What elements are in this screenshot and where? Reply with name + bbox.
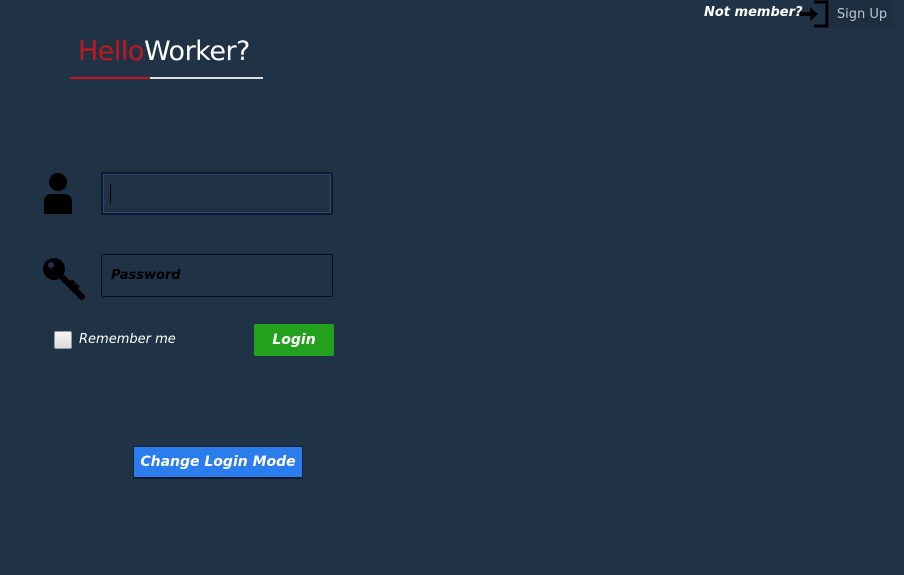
password-field[interactable] — [101, 254, 333, 297]
login-page: Not member? Sign Up HelloWorker? Remembe… — [0, 0, 904, 575]
remember-me-label: Remember me — [79, 332, 176, 347]
remember-me-checkbox[interactable] — [54, 331, 72, 349]
logo-underline-white — [150, 77, 263, 79]
login-button[interactable]: Login — [254, 324, 334, 356]
user-icon — [42, 172, 74, 216]
sign-in-arrow-icon[interactable] — [799, 0, 829, 28]
key-icon — [42, 256, 86, 302]
app-logo: HelloWorker? — [78, 36, 250, 67]
change-login-mode-button[interactable]: Change Login Mode — [133, 446, 303, 479]
logo-hello: Hello — [78, 36, 144, 67]
logo-worker: Worker? — [143, 36, 250, 67]
sign-up-button[interactable]: Sign Up — [830, 0, 894, 28]
logo-underline-red — [70, 77, 150, 79]
username-field[interactable] — [101, 172, 333, 215]
text-cursor — [110, 184, 111, 203]
not-member-text: Not member? — [704, 5, 803, 20]
